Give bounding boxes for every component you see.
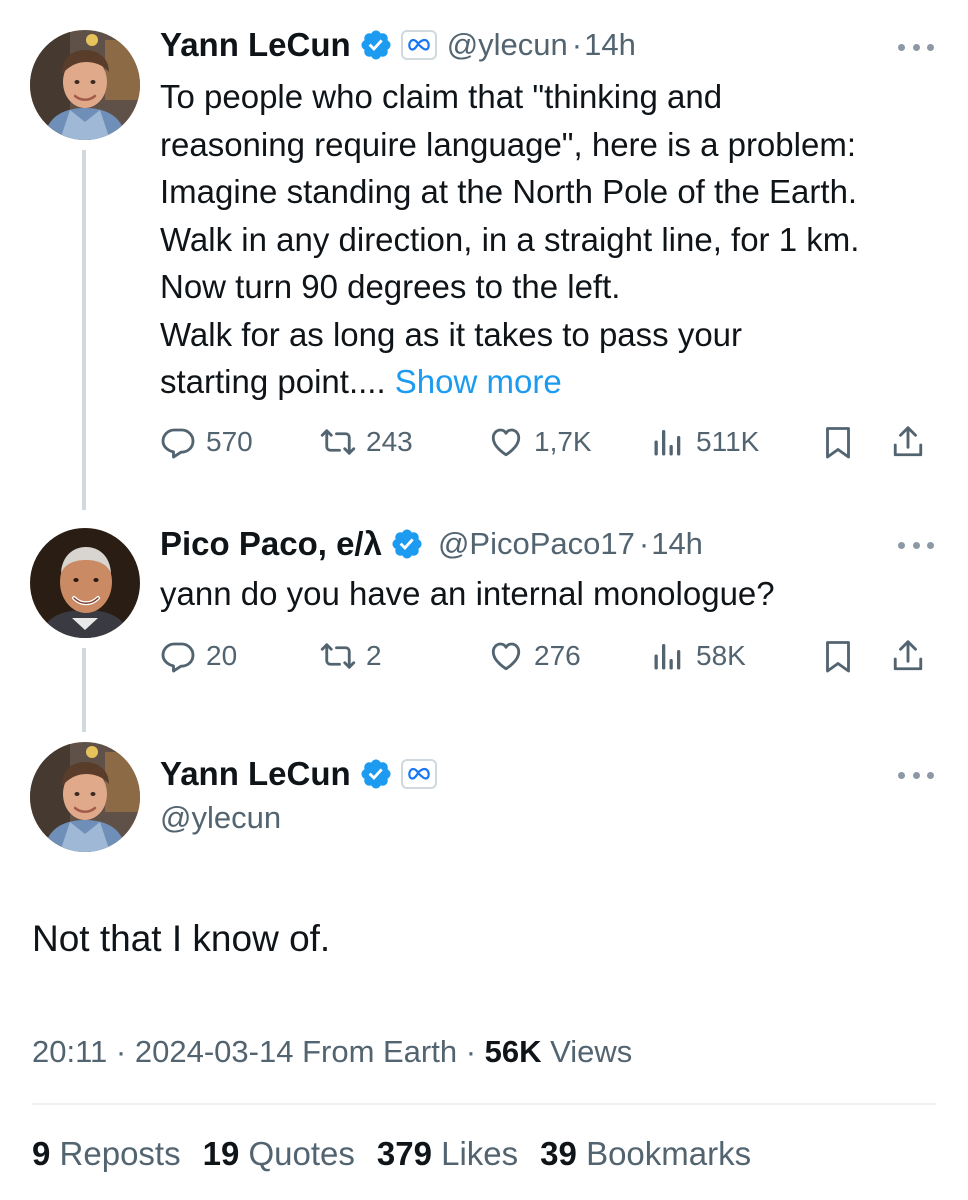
verified-badge-icon[interactable]	[359, 757, 393, 791]
meta-logo-icon[interactable]	[400, 30, 437, 60]
separator: ·	[571, 27, 583, 62]
author-handle[interactable]: @PicoPaco17	[438, 526, 635, 562]
views-icon	[650, 638, 686, 674]
like-icon	[488, 424, 524, 460]
thread-line	[82, 648, 86, 732]
like-count: 276	[534, 640, 581, 671]
tweet-time[interactable]: 14h	[584, 27, 636, 63]
views-button[interactable]: 511K	[650, 424, 759, 460]
tweet-text-line: Imagine standing at the North Pole of th…	[160, 173, 858, 210]
tweet-header: Yann LeCun @ylecun · 14h	[160, 26, 636, 64]
meta-logo-icon[interactable]	[400, 759, 437, 789]
likes-count: 379	[376, 1135, 432, 1172]
separator: ·	[115, 1034, 127, 1069]
repost-icon	[320, 638, 356, 674]
author-name[interactable]: Yann LeCun	[160, 755, 351, 793]
repost-count: 2	[366, 640, 382, 671]
tweet-time[interactable]: 14h	[651, 526, 703, 562]
reposts-count: 9	[32, 1135, 51, 1172]
bookmarks-label: Bookmarks	[586, 1135, 752, 1172]
show-more-link[interactable]: Show more	[395, 363, 562, 400]
divider	[32, 1103, 936, 1105]
tweet-text: yann do you have an internal monologue?	[160, 570, 950, 618]
bookmarks-count: 39	[540, 1135, 577, 1172]
reply-icon	[160, 424, 196, 460]
reposts-stat[interactable]: 9 Reposts	[32, 1135, 181, 1173]
views-count: 58K	[696, 640, 746, 671]
bookmarks-stat[interactable]: 39 Bookmarks	[540, 1135, 751, 1173]
reply-button[interactable]: 570	[160, 424, 253, 460]
tweet-actions: 20 2 276 58K	[160, 638, 940, 682]
bookmark-button[interactable]	[820, 424, 856, 460]
avatar[interactable]	[30, 742, 140, 852]
tweet-text-line: Walk in any direction, in a straight lin…	[160, 220, 860, 258]
like-button[interactable]: 1,7K	[488, 424, 592, 460]
author-name[interactable]: Yann LeCun	[160, 26, 351, 64]
share-button[interactable]	[890, 638, 926, 674]
tweet-text-line: yann do you have an internal monologue?	[160, 575, 775, 612]
thread-line	[82, 150, 86, 510]
author-name[interactable]: Pico Paco, e/λ	[160, 525, 382, 563]
tweet-text-line: Walk for as long as it takes to pass you…	[160, 315, 743, 353]
likes-stat[interactable]: 379 Likes	[377, 1135, 518, 1173]
likes-label: Likes	[441, 1135, 519, 1172]
avatar[interactable]	[30, 528, 140, 638]
bookmark-button[interactable]	[820, 638, 856, 674]
views-count: 511K	[696, 426, 760, 457]
tweet-text-last-line: starting point.... Show more	[160, 358, 950, 406]
tweet-text-line: starting point....	[160, 363, 386, 400]
share-icon	[890, 424, 926, 460]
reply-icon	[160, 638, 196, 674]
verified-badge-icon[interactable]	[359, 28, 393, 62]
tweet-date: 2024-03-14	[134, 1034, 294, 1069]
bookmark-icon	[820, 424, 856, 460]
reply-count: 20	[206, 640, 238, 671]
reply-count: 570	[206, 426, 253, 457]
repost-button[interactable]: 2	[320, 638, 382, 674]
author-handle[interactable]: @ylecun	[160, 800, 281, 836]
separator: ·	[638, 526, 650, 561]
like-count: 1,7K	[534, 426, 592, 457]
views-count: 56K	[484, 1034, 542, 1069]
bookmark-icon	[820, 638, 856, 674]
tweet-timestamp[interactable]: 20:11 · 2024-03-14 From Earth · 56K View…	[32, 1034, 632, 1070]
reply-button[interactable]: 20	[160, 638, 237, 674]
tweet-text-line: reasoning require language", here is a p…	[160, 125, 856, 163]
tweet-header: Yann LeCun	[160, 755, 437, 793]
tweet-time: 20:11	[32, 1034, 108, 1069]
engagement-stats: 9 Reposts 19 Quotes 379 Likes 39 Bookmar…	[32, 1135, 773, 1173]
author-handle[interactable]: @ylecun	[447, 27, 568, 63]
reposts-label: Reposts	[59, 1135, 181, 1172]
share-icon	[890, 638, 926, 674]
tweet-text: To people who claim that "thinking and r…	[160, 73, 950, 406]
like-button[interactable]: 276	[488, 638, 581, 674]
separator: ·	[465, 1034, 477, 1069]
views-button[interactable]: 58K	[650, 638, 746, 674]
like-icon	[488, 638, 524, 674]
tweet-actions: 570 243 1,7K 511K	[160, 424, 940, 468]
more-options-icon[interactable]	[898, 770, 934, 780]
repost-count: 243	[366, 426, 413, 457]
tweet-text: Not that I know of.	[32, 918, 331, 959]
tweet-source: From Earth	[302, 1034, 458, 1069]
verified-badge-icon[interactable]	[390, 527, 424, 561]
tweet-text-line: Now turn 90 degrees to the left.	[160, 268, 621, 305]
avatar[interactable]	[30, 30, 140, 140]
more-options-icon[interactable]	[898, 540, 934, 550]
tweet-header: Pico Paco, e/λ @PicoPaco17 · 14h	[160, 525, 703, 563]
quotes-label: Quotes	[248, 1135, 355, 1172]
views-label: Views	[550, 1034, 633, 1069]
tweet-text-line: To people who claim that "thinking and	[160, 78, 723, 115]
repost-button[interactable]: 243	[320, 424, 413, 460]
quotes-count: 19	[202, 1135, 240, 1172]
quotes-stat[interactable]: 19 Quotes	[203, 1135, 355, 1173]
views-icon	[650, 424, 686, 460]
more-options-icon[interactable]	[898, 42, 934, 52]
repost-icon	[320, 424, 356, 460]
share-button[interactable]	[890, 424, 926, 460]
